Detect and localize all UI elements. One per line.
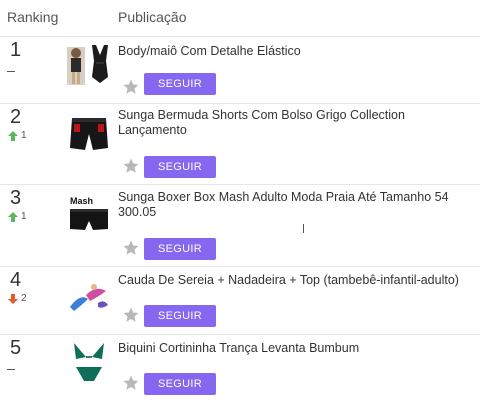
publication-column-header: Publicação: [118, 9, 187, 25]
ranking-row: 3 1 Mash Sunga Boxer Box Mash Adulto Mod…: [0, 185, 480, 267]
trend-up-icon: 1: [7, 211, 27, 223]
ranking-row: 4 2 Cauda De Sereia + Nadadeira + Top (t…: [0, 267, 480, 335]
thumbnail-brand-text: Mash: [70, 196, 93, 206]
publication-title[interactable]: Sunga Boxer Box Mash Adulto Moda Praia A…: [118, 190, 468, 220]
publication-title[interactable]: Cauda De Sereia + Nadadeira + Top (tambe…: [118, 273, 468, 288]
star-icon[interactable]: [122, 239, 140, 257]
rank-number: 1: [10, 39, 22, 61]
product-thumbnail[interactable]: [66, 112, 112, 156]
follow-button[interactable]: SEGUIR: [144, 305, 216, 327]
rank-change: 2: [21, 293, 27, 304]
star-icon[interactable]: [122, 78, 140, 96]
rank-change: 1: [21, 211, 27, 222]
trend-unchanged-icon: [7, 63, 15, 75]
follow-button[interactable]: SEGUIR: [144, 73, 216, 95]
ranking-row: 5 Biquini Cortininha Trança Levanta Bumb…: [0, 335, 480, 400]
follow-button[interactable]: SEGUIR: [144, 156, 216, 178]
trend-up-icon: 1: [7, 130, 27, 142]
rank-number: 4: [10, 269, 22, 291]
publication-title[interactable]: Biquini Cortininha Trança Levanta Bumbum: [118, 341, 468, 356]
star-icon[interactable]: [122, 374, 140, 392]
product-thumbnail[interactable]: [66, 43, 112, 87]
text-cursor: [303, 224, 304, 233]
table-header: Ranking Publicação: [0, 0, 480, 37]
ranking-row: 1 Body/maiô Com Detalhe Elástico SEGUIR: [0, 37, 480, 104]
product-thumbnail[interactable]: [66, 273, 112, 317]
rank-number: 5: [10, 337, 22, 359]
ranking-row: 2 1 Sunga Bermuda Shorts Com Bolso Grigo…: [0, 104, 480, 185]
ranking-column-header: Ranking: [7, 9, 59, 25]
rank-number: 3: [10, 187, 22, 209]
follow-button[interactable]: SEGUIR: [144, 238, 216, 260]
publication-title[interactable]: Sunga Bermuda Shorts Com Bolso Grigo Col…: [118, 108, 468, 138]
star-icon[interactable]: [122, 157, 140, 175]
product-thumbnail[interactable]: [66, 339, 112, 383]
product-thumbnail[interactable]: Mash: [66, 193, 112, 237]
publication-title[interactable]: Body/maiô Com Detalhe Elástico: [118, 44, 468, 59]
follow-button[interactable]: SEGUIR: [144, 373, 216, 395]
trend-down-icon: 2: [7, 293, 27, 305]
trend-unchanged-icon: [7, 361, 15, 373]
star-icon[interactable]: [122, 306, 140, 324]
rank-number: 2: [10, 106, 22, 128]
rank-change: 1: [21, 130, 27, 141]
